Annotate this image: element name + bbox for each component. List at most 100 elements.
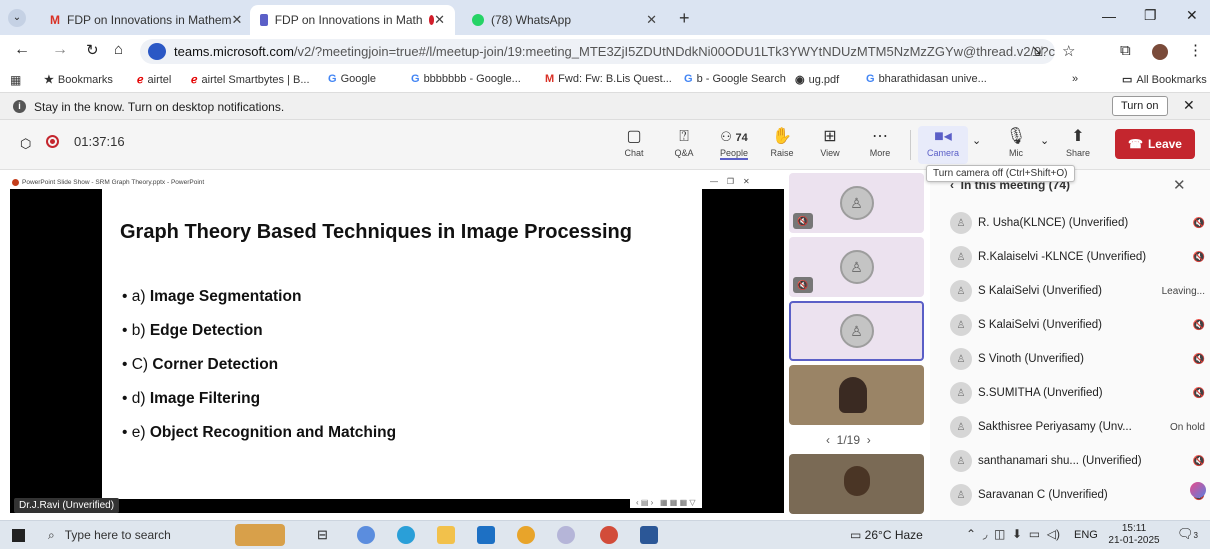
mic-options-chevron-icon[interactable]: ⌄	[1040, 134, 1049, 147]
minimize-icon[interactable]: —	[1102, 8, 1116, 24]
participant-video-tile[interactable]: ♙	[789, 301, 924, 361]
notification-text: Stay in the know. Turn on desktop notifi…	[34, 100, 285, 114]
participant-row[interactable]: ♙ S KalaiSelvi (Unverified) 🔇	[950, 310, 1205, 340]
star-icon[interactable]: ☆	[1062, 42, 1075, 60]
back-icon[interactable]: ←	[14, 41, 30, 59]
task-view-icon[interactable]: ⊟	[317, 527, 328, 543]
reload-icon[interactable]: ↻	[86, 41, 99, 59]
video-pager[interactable]: ‹ 1/19 ›	[826, 433, 871, 447]
clock[interactable]: 15:11 21-01-2025	[1108, 523, 1160, 547]
bookmark-item[interactable]: ℯ airtel Smartbytes | B...	[191, 73, 310, 87]
avatar: ♙	[839, 250, 874, 284]
raise-hand-button[interactable]: ✋ Raise	[762, 126, 802, 158]
more-button[interactable]: ⋯ More	[860, 126, 900, 158]
close-tab-icon[interactable]: ✕	[434, 12, 445, 28]
slide-bullet: • e) Object Recognition and Matching	[122, 424, 397, 441]
slideshow-controls[interactable]: ‹ ▤ › ▦ ▦ ▦ ▽	[630, 497, 702, 508]
taskbar-search-box[interactable]: ⌕ Type here to search	[40, 523, 230, 547]
file-explorer-icon[interactable]	[437, 526, 455, 544]
word-icon[interactable]	[640, 526, 658, 544]
tab-whatsapp[interactable]: (78) WhatsApp ✕	[462, 5, 667, 35]
bookmark-item[interactable]: ℯ airtel	[137, 73, 171, 87]
profile-avatar[interactable]	[1152, 44, 1168, 60]
participant-video-tile[interactable]: ♙ 🔇	[789, 173, 924, 233]
windows-start-icon[interactable]	[12, 529, 25, 542]
camera-options-chevron-icon[interactable]: ⌄	[972, 134, 981, 147]
participant-row[interactable]: ♙ R. Usha(KLNCE) (Unverified) 🔇	[950, 208, 1205, 238]
tab-title: (78) WhatsApp	[491, 13, 572, 27]
bookmark-item[interactable]: Gbbbbbbb - Google...	[411, 73, 521, 85]
bookmark-item[interactable]: Gbharathidasan unive...	[866, 73, 987, 85]
system-tray-icons[interactable]: ⌃ ◞ ◫ ⬇ ▭ ◁)	[966, 527, 1060, 541]
google-icon: G	[411, 73, 420, 85]
chat-button[interactable]: ▢ Chat	[614, 126, 654, 158]
view-button[interactable]: ⊞ View	[810, 126, 850, 158]
all-bookmarks-button[interactable]: ▭ All Bookmarks	[1122, 73, 1207, 87]
tab-search-button[interactable]: ⌄	[8, 9, 26, 27]
close-tab-icon[interactable]: ✕	[232, 12, 243, 28]
bookmark-item[interactable]: ★ Bookmarks	[44, 73, 113, 87]
participant-row[interactable]: ♙Saravanan C (Unverified)🔇	[950, 480, 1205, 510]
participant-row[interactable]: ♙ santhanamari shu... (Unverified) 🔇	[950, 446, 1205, 476]
close-tab-icon[interactable]: ✕	[646, 12, 657, 28]
bookmark-item[interactable]: ◉ ug.pdf	[795, 73, 839, 87]
participant-video-tile[interactable]: ♙ 🔇	[789, 237, 924, 297]
language-indicator[interactable]: ENG	[1074, 529, 1098, 541]
camera-button[interactable]: ■◂ Camera	[918, 126, 968, 164]
install-app-icon[interactable]: ⇲	[1032, 44, 1043, 60]
bookmark-item[interactable]: G Google	[328, 73, 376, 85]
tab-fdp-teams[interactable]: FDP on Innovations in Math ✕	[250, 5, 455, 35]
outlook-icon[interactable]	[477, 526, 495, 544]
participant-video-tile[interactable]	[789, 365, 924, 425]
meeting-stage: PowerPoint Slide Show - SRM Graph Theory…	[0, 170, 1210, 520]
close-icon[interactable]: ✕	[1183, 97, 1195, 114]
participant-row[interactable]: ♙ R.Kalaiselvi -KLNCE (Unverified) 🔇	[950, 242, 1205, 272]
slide-title: Graph Theory Based Techniques in Image P…	[120, 221, 632, 243]
gmail-icon: M	[50, 13, 60, 27]
extensions-icon[interactable]: ⧉	[1120, 42, 1131, 59]
close-panel-icon[interactable]: ✕	[1173, 176, 1186, 194]
participant-row[interactable]: ♙ S Vinoth (Unverified) 🔇	[950, 344, 1205, 374]
tab-fdp-gmail[interactable]: M FDP on Innovations in Mathem ✕	[40, 5, 245, 35]
apps-icon[interactable]: ▦	[10, 73, 21, 87]
participant-video	[844, 466, 870, 496]
participant-row[interactable]: ♙ S KalaiSelvi (Unverified) Leaving...	[950, 276, 1205, 306]
toolbar-divider	[910, 130, 911, 160]
url-field[interactable]: teams.microsoft.com/v2/?meetingjoin=true…	[140, 39, 1055, 64]
new-tab-button[interactable]: +	[679, 8, 690, 29]
weather-widget[interactable]: ▭ 26°C Haze	[850, 528, 923, 542]
close-window-icon[interactable]: ✕	[1186, 7, 1198, 24]
copilot-icon[interactable]	[1190, 482, 1206, 498]
presenter-label: Dr.J.Ravi (Unverified)	[14, 498, 120, 513]
avatar: ♙	[950, 450, 972, 472]
restore-icon[interactable]: ❐	[1144, 7, 1157, 24]
chrome-active-icon[interactable]	[600, 526, 618, 544]
mic-muted-icon: 🔇	[1192, 251, 1205, 263]
edge-icon[interactable]	[397, 526, 415, 544]
google-icon: G	[328, 73, 337, 85]
snipping-tool-icon[interactable]	[557, 526, 575, 544]
participant-row[interactable]: ♙ S.SUMITHA (Unverified) 🔇	[950, 378, 1205, 408]
mic-button[interactable]: 🎙 Mic	[996, 126, 1036, 158]
leave-button[interactable]: ☎ Leave	[1115, 129, 1195, 159]
share-button[interactable]: ⬆ Share	[1058, 126, 1098, 158]
avatar: ♙	[950, 484, 972, 506]
bookmark-item[interactable]: Gb - Google Search	[684, 73, 786, 85]
qa-button[interactable]: ⍰ Q&A	[664, 126, 704, 158]
people-button[interactable]: ⚇ 74 People	[714, 126, 754, 160]
grid-icon: ⊞	[823, 128, 837, 145]
url-path: /v2/?meetingjoin=true#/l/meetup-join/19:…	[293, 44, 1055, 59]
turn-on-button[interactable]: Turn on	[1112, 96, 1168, 116]
participant-row[interactable]: ♙ Sakthisree Periyasamy (Unv... On hold	[950, 412, 1205, 442]
widgets-icon[interactable]	[357, 526, 375, 544]
chrome-icon[interactable]	[517, 526, 535, 544]
menu-icon[interactable]: ⋮	[1188, 41, 1203, 59]
participant-video-tile[interactable]	[789, 454, 924, 514]
notifications-icon[interactable]: 🗨3	[1177, 526, 1198, 542]
more-bookmarks-button[interactable]: »	[1072, 73, 1078, 85]
home-icon[interactable]: ⌂	[114, 41, 123, 58]
bookmark-item[interactable]: M Fwd: Fw: B.Lis Quest...	[545, 73, 672, 85]
forward-icon[interactable]: →	[52, 41, 68, 59]
slide-bullet: • a) Image Segmentation	[122, 288, 302, 305]
site-info-icon[interactable]	[148, 43, 166, 60]
